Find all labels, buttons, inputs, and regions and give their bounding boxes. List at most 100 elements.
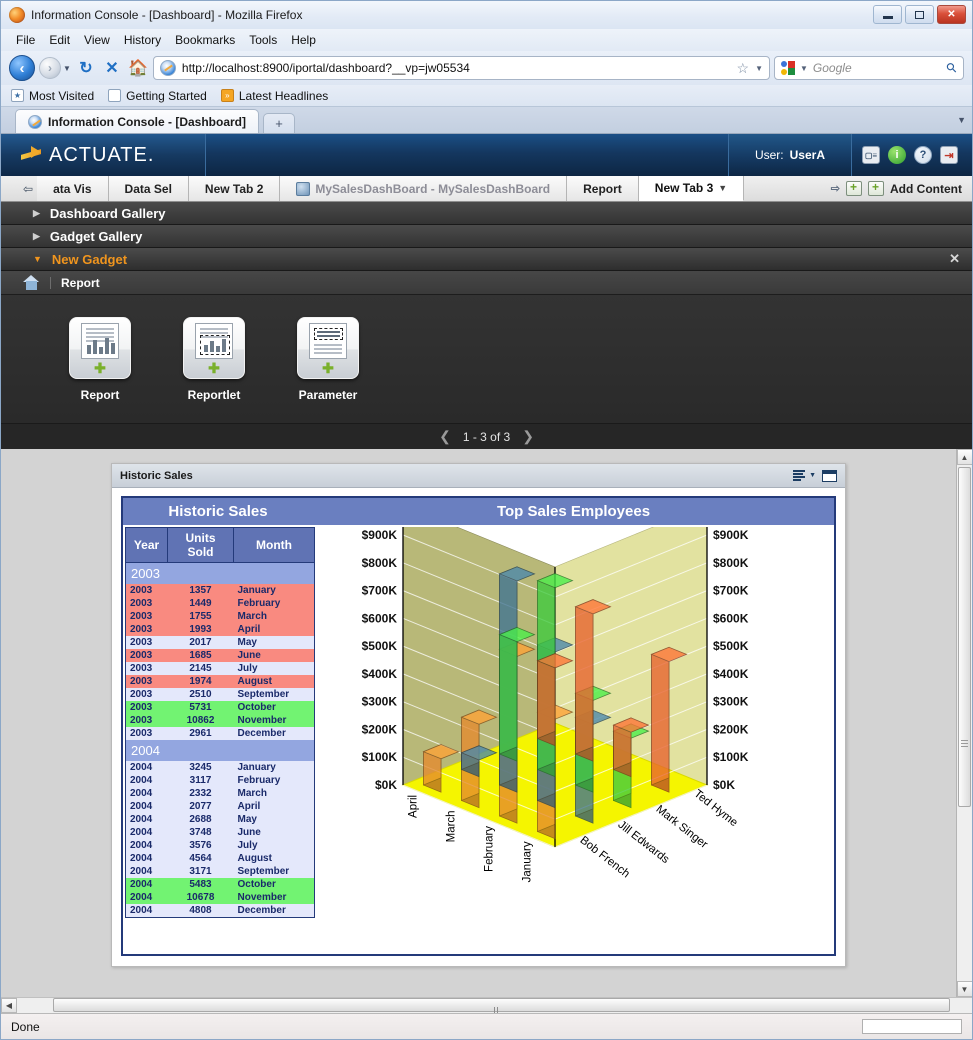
chevron-down-icon[interactable]: ▼ — [718, 183, 727, 193]
menu-history[interactable]: History — [117, 31, 168, 49]
search-input[interactable]: Google — [813, 61, 943, 75]
menu-bar: File Edit View History Bookmarks Tools H… — [1, 29, 972, 51]
stop-icon[interactable]: ✕ — [101, 57, 123, 79]
hscroll-thumb[interactable] — [53, 998, 950, 1012]
tab-data-vis[interactable]: ata Vis — [37, 176, 108, 201]
content-horizontal-scrollbar[interactable]: ◀ — [1, 997, 972, 1013]
menu-view[interactable]: View — [77, 31, 117, 49]
url-dropdown-icon[interactable]: ▼ — [755, 64, 763, 73]
menu-help[interactable]: Help — [284, 31, 323, 49]
chart-canvas: $0K$0K$100K$100K$200K$200K$300K$300K$400… — [315, 527, 795, 952]
tile-reportlet[interactable]: ✚ Reportlet — [183, 317, 245, 413]
tab-new-tab-2[interactable]: New Tab 2 — [189, 176, 280, 201]
chart-3d-group: $0K$0K$100K$100K$200K$200K$300K$300K$400… — [362, 527, 749, 882]
tab-scroll-right-icon[interactable]: ⇨ — [831, 182, 840, 195]
vscroll-track[interactable] — [957, 465, 973, 981]
minimize-button[interactable] — [873, 5, 902, 24]
vscroll-thumb[interactable] — [958, 467, 971, 807]
y-axis-tick-left: $400K — [362, 667, 398, 681]
tab-list-dropdown-icon[interactable]: ▼ — [957, 115, 966, 125]
logout-icon[interactable]: ⇥ — [940, 146, 958, 164]
tile-report[interactable]: ✚ Report — [69, 317, 131, 413]
y-axis-tick-left: $300K — [362, 695, 398, 709]
gallery-accordion: ▶ Dashboard Gallery ▶ Gadget Gallery ▼ N… — [1, 202, 972, 449]
help-icon[interactable]: ? — [914, 146, 932, 164]
cell-units: 2961 — [168, 727, 234, 740]
chevron-down-icon[interactable]: ▼ — [809, 472, 816, 479]
tab-scroll-left-icon[interactable]: ⇦ — [19, 176, 37, 201]
tab-report[interactable]: Report — [567, 176, 639, 201]
bookmark-star-icon[interactable]: ☆ — [737, 60, 750, 77]
new-gadget-panel: Report ✚ Report — [1, 271, 972, 449]
search-engine-dropdown-icon[interactable]: ▼ — [800, 64, 808, 73]
group-label: 2003 — [126, 563, 315, 585]
menu-tools[interactable]: Tools — [242, 31, 284, 49]
browser-tab-information-console[interactable]: Information Console - [Dashboard] — [15, 109, 259, 133]
y-axis-tick-right: $400K — [713, 667, 749, 681]
y-axis-tick-left: $100K — [362, 750, 398, 764]
add-content-label[interactable]: Add Content — [890, 182, 962, 196]
url-bar[interactable]: http://localhost:8900/iportal/dashboard?… — [153, 56, 770, 80]
cell-units: 2145 — [168, 662, 234, 675]
gallery-new-gadget[interactable]: ▼ New Gadget ✕ — [1, 248, 972, 271]
gadget-pager: ❮ 1 - 3 of 3 ❯ — [1, 423, 972, 449]
scroll-left-icon[interactable]: ◀ — [1, 998, 17, 1013]
menu-file[interactable]: File — [9, 31, 42, 49]
tab-label: New Tab 2 — [205, 182, 263, 196]
cell-year: 2003 — [126, 584, 168, 597]
user-name: UserA — [790, 148, 825, 162]
new-tab-button[interactable]: + — [263, 113, 295, 133]
prev-page-icon[interactable]: ❮ — [439, 428, 451, 445]
panel-menu-icon[interactable] — [793, 470, 805, 481]
search-icon[interactable]: ⚲ — [943, 59, 961, 77]
home-icon[interactable] — [23, 275, 40, 290]
menu-bookmarks[interactable]: Bookmarks — [168, 31, 242, 49]
back-button-icon[interactable]: ‹ — [9, 55, 35, 81]
table-row: 20044808December — [126, 904, 315, 918]
user-area: User: UserA ▢≡ i ? ⇥ — [728, 134, 972, 176]
tab-data-sel[interactable]: Data Sel — [109, 176, 189, 201]
tab-new-tab-3[interactable]: New Tab 3 ▼ — [639, 176, 744, 201]
table-row: 20043748June — [126, 826, 315, 839]
search-bar[interactable]: ▼ Google ⚲ — [774, 56, 964, 80]
home-icon[interactable]: 🏠 — [127, 57, 149, 79]
history-dropdown-icon[interactable]: ▼ — [63, 64, 71, 73]
bookmark-most-visited[interactable]: ★ Most Visited — [11, 89, 94, 103]
info-icon[interactable]: i — [888, 146, 906, 164]
tile-parameter[interactable]: ✚ Parameter — [297, 317, 359, 413]
bookmark-latest-headlines[interactable]: » Latest Headlines — [221, 89, 328, 103]
cell-month: May — [234, 813, 315, 826]
cell-units: 2688 — [168, 813, 234, 826]
site-identity-icon — [160, 60, 176, 76]
bookmark-label: Most Visited — [29, 89, 94, 103]
new-tab-icon[interactable] — [846, 181, 862, 196]
reload-icon[interactable]: ↻ — [75, 57, 97, 79]
top-sales-employees-chart: $0K$0K$100K$100K$200K$200K$300K$300K$400… — [315, 527, 832, 952]
profile-card-icon[interactable]: ▢≡ — [862, 146, 880, 164]
scroll-up-icon[interactable]: ▲ — [957, 449, 973, 465]
maximize-button[interactable] — [905, 5, 934, 24]
content-vertical-scrollbar[interactable]: ▲ ▼ — [956, 449, 972, 997]
url-text[interactable]: http://localhost:8900/iportal/dashboard?… — [182, 61, 731, 75]
bookmark-getting-started[interactable]: Getting Started — [108, 89, 207, 103]
gallery-dashboard[interactable]: ▶ Dashboard Gallery — [1, 202, 972, 225]
hscroll-track[interactable] — [17, 998, 972, 1013]
report-panel-actions: ▼ — [793, 470, 837, 482]
window-titlebar: Information Console - [Dashboard] - Mozi… — [1, 1, 972, 29]
cell-year: 2003 — [126, 610, 168, 623]
table-group-row: 2003 — [126, 563, 315, 585]
close-button[interactable]: ✕ — [937, 5, 966, 24]
cell-month: September — [234, 865, 315, 878]
close-icon[interactable]: ✕ — [949, 251, 972, 267]
tab-mysalesdashboard[interactable]: MySalesDashBoard - MySalesDashBoard — [280, 176, 567, 201]
cell-units: 1685 — [168, 649, 234, 662]
cell-month: November — [234, 714, 315, 727]
forward-button-icon[interactable]: › — [39, 57, 61, 79]
scroll-down-icon[interactable]: ▼ — [957, 981, 973, 997]
gallery-gadget[interactable]: ▶ Gadget Gallery — [1, 225, 972, 248]
next-page-icon[interactable]: ❯ — [522, 428, 534, 445]
plus-icon: ✚ — [94, 361, 106, 375]
add-content-icon[interactable] — [868, 181, 884, 196]
maximize-panel-icon[interactable] — [822, 470, 837, 482]
menu-edit[interactable]: Edit — [42, 31, 77, 49]
